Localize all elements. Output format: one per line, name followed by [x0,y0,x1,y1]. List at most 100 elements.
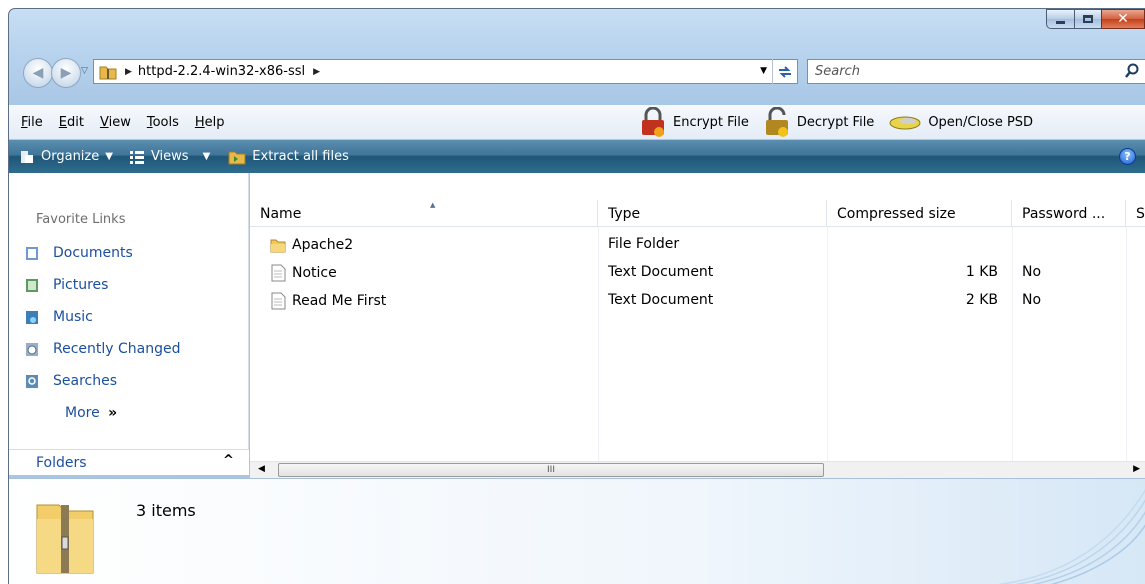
open-close-psd-button[interactable]: Open/Close PSD [888,111,1033,133]
extract-icon [228,151,246,164]
minimize-icon [1056,20,1065,24]
folder-icon [270,239,286,253]
nav-link-music[interactable]: Music [25,309,93,325]
double-chevron-icon: » [108,405,118,421]
toolbar-actions: Encrypt File Decrypt File Open/Close PSD [639,105,1047,139]
nav-link-searches[interactable]: Searches [25,373,117,389]
breadcrumb-separator[interactable]: ▶ [125,67,132,77]
file-row[interactable]: Apache2 File Folder [250,231,1145,258]
sort-ascending-icon: ▲ [430,201,436,209]
lock-open-icon [765,107,788,137]
breadcrumb-separator[interactable]: ▶ [313,67,320,77]
file-name-cell: Notice [270,264,337,282]
nav-more-link[interactable]: More » [65,405,117,421]
file-name: Apache2 [292,237,354,253]
lock-closed-icon [642,107,664,137]
organize-label: Organize [41,149,100,164]
scrollbar-thumb[interactable]: III [278,463,824,477]
decorative-swoosh [996,489,1145,584]
file-password: No [1022,264,1042,280]
file-compressed-size: 2 KB [965,292,998,308]
nav-link-pictures[interactable]: Pictures [25,277,108,293]
menu-help-accel: H [194,114,205,130]
file-type: Text Document [608,264,714,280]
refresh-button[interactable] [772,59,797,84]
column-header-password[interactable]: Password ... [1012,200,1126,227]
maximize-button[interactable] [1074,9,1101,29]
decrypt-file-button[interactable]: Decrypt File [763,107,874,137]
details-pane: 3 items [9,478,1145,584]
scroll-right-icon[interactable]: ▶ [1133,464,1140,474]
explorer-window: ✕ ◀ ▶ ▽ ▶ httpd-2.2.4-win32-x86-ssl ▶ ▼ … [8,8,1145,584]
nav-link-recently-changed[interactable]: Recently Changed [25,341,181,357]
search-icon[interactable] [1125,63,1139,79]
text-document-icon [271,292,286,310]
file-type: Text Document [608,292,714,308]
search-placeholder: Search [815,64,860,79]
address-bar[interactable]: ▶ httpd-2.2.4-win32-x86-ssl ▶ ▼ [93,59,798,84]
horizontal-scrollbar[interactable]: ◀ III ▶ [250,461,1145,478]
forward-arrow-icon: ▶ [60,65,72,81]
nav-link-label: Documents [53,245,133,261]
open-close-psd-label: Open/Close PSD [928,114,1034,130]
column-header-row: Name ▲ Type Compressed size Password ...… [250,200,1145,227]
folders-toggle[interactable]: Folders ^ [9,449,249,475]
column-header-type[interactable]: Type [598,200,827,227]
file-row[interactable]: Notice Text Document 1 KB No [250,259,1145,286]
column-header-size[interactable]: S [1126,200,1145,227]
nav-more-label: More [65,405,100,421]
zip-folder-icon [99,66,117,79]
text-document-icon [271,264,286,282]
breadcrumb-path[interactable]: httpd-2.2.4-win32-x86-ssl [138,64,305,79]
item-count: 3 items [136,501,196,520]
chevron-down-icon: ▼ [105,151,113,162]
scroll-left-icon[interactable]: ◀ [258,464,265,474]
menu-edit-accel: E [58,114,67,130]
menu-tools[interactable]: Tools [147,115,179,130]
column-header-label: Name [260,205,302,222]
column-header-label: Compressed size [837,205,956,222]
menu-file[interactable]: File [21,115,43,130]
nav-link-documents[interactable]: Documents [25,245,133,261]
search-input[interactable]: Search [807,59,1145,84]
navigation-pane: Favorite Links Documents Pictures Music … [9,173,249,461]
caption-buttons: ✕ [1046,9,1145,29]
views-icon [129,150,144,164]
organize-button[interactable]: Organize ▼ [19,149,113,165]
forward-button[interactable]: ▶ [51,58,81,88]
menu-view[interactable]: View [100,115,131,130]
views-label: Views [150,149,189,164]
pictures-icon [26,278,38,292]
column-header-compressed-size[interactable]: Compressed size [827,200,1012,227]
recent-pages-dropdown[interactable]: ▽ [81,66,88,76]
column-header-label: Type [608,205,641,222]
close-button[interactable]: ✕ [1101,9,1145,29]
menu-help[interactable]: Help [195,115,225,130]
help-icon[interactable]: ? [1119,148,1136,165]
file-list: Name ▲ Type Compressed size Password ...… [250,173,1145,463]
address-dropdown-icon[interactable]: ▼ [760,66,767,76]
column-header-label: S [1136,205,1145,222]
extract-all-label: Extract all files [252,149,349,164]
encrypt-file-button[interactable]: Encrypt File [639,107,749,137]
menu-view-accel: V [99,114,109,130]
favorite-links-heading: Favorite Links [36,212,126,227]
back-button[interactable]: ◀ [23,58,53,88]
chevron-down-icon: ▼ [202,151,211,162]
zip-folder-large-icon [36,504,94,574]
menu-edit[interactable]: Edit [59,115,84,130]
file-compressed-size: 1 KB [965,264,998,280]
extract-all-button[interactable]: Extract all files [228,149,349,165]
column-header-name[interactable]: Name ▲ [250,200,598,227]
minimize-button[interactable] [1046,9,1074,29]
menu-tools-accel: T [146,114,153,130]
close-icon: ✕ [1117,11,1129,27]
file-name-cell: Apache2 [270,236,353,254]
nav-link-label: Recently Changed [53,341,181,357]
nav-link-label: Searches [53,373,118,389]
views-button[interactable]: Views ▼ [129,149,210,164]
music-icon [26,310,38,324]
file-row[interactable]: Read Me First Text Document 2 KB No [250,287,1145,314]
chevron-up-icon: ^ [223,453,234,468]
nav-link-label: Music [53,309,93,325]
